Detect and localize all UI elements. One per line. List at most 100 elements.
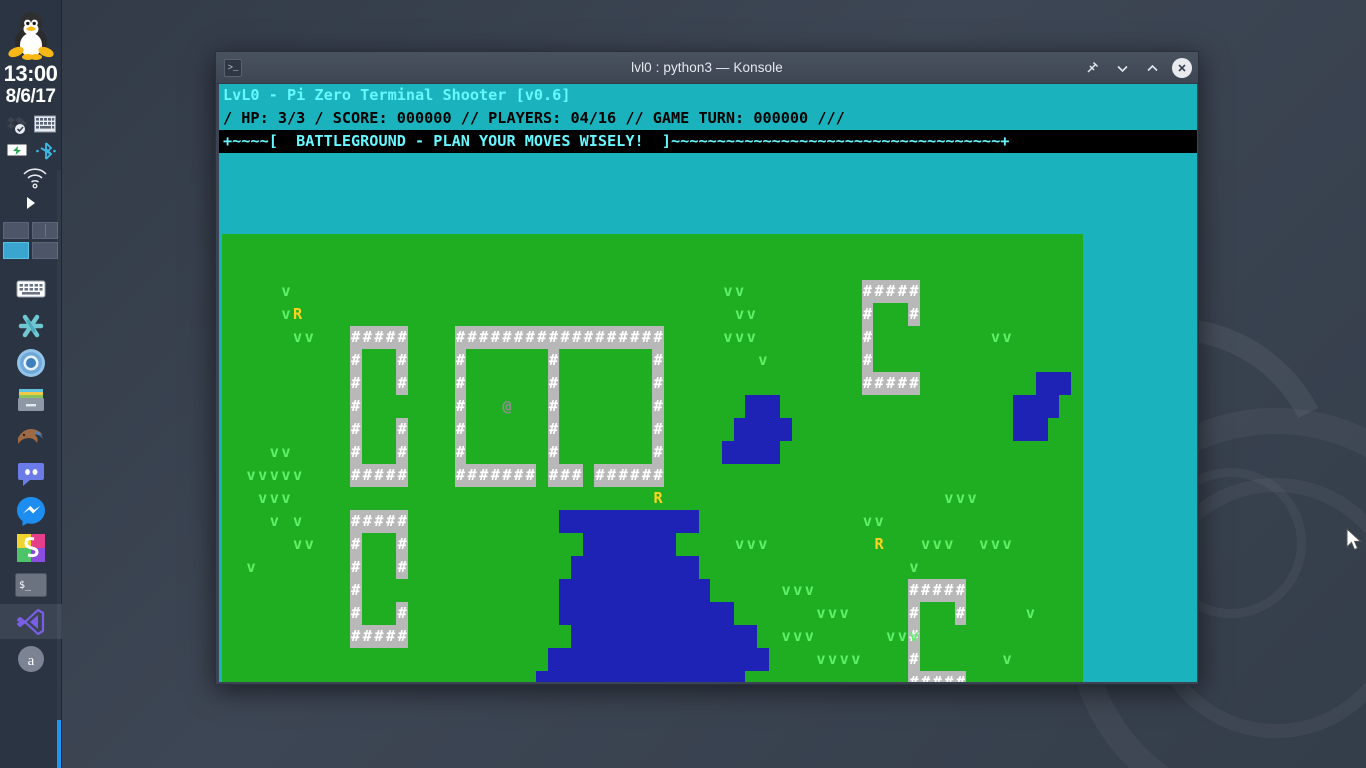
close-button[interactable] — [1172, 58, 1192, 78]
map-wall-tile: # — [454, 349, 467, 372]
battleground-banner: +~~~~[ BATTLEGROUND - PLAN YOUR MOVES WI… — [219, 130, 1197, 153]
map-water-tile — [675, 671, 688, 682]
map-water-tile — [1024, 418, 1037, 441]
map-water-tile — [605, 510, 618, 533]
amazon-icon[interactable]: a — [8, 641, 54, 676]
map-wall-tile: # — [349, 372, 362, 395]
map-vegetation-tile: v — [1025, 604, 1035, 622]
workspace-1[interactable] — [2, 222, 29, 239]
map-vegetation-tile: v — [246, 466, 256, 484]
palemoon-icon[interactable] — [8, 419, 54, 454]
map-wall-tile: # — [349, 464, 362, 487]
map-water-tile — [1047, 372, 1060, 395]
map-wall-tile: # — [652, 395, 664, 418]
game-map[interactable]: # # # # # # # # # # # # # # # # # # # # # # # # # # # # # # # # # # # # # # # #… — [222, 234, 1197, 682]
game-title-line: LvL0 - Pi Zero Terminal Shooter [v0.6] — [223, 86, 571, 104]
map-vegetation-tile: v — [293, 328, 303, 346]
dropbox-icon[interactable] — [6, 115, 28, 135]
shotcut-icon[interactable] — [8, 530, 54, 565]
map-water-tile — [710, 625, 723, 648]
terminal-content[interactable]: LvL0 - Pi Zero Terminal Shooter [v0.6] /… — [219, 84, 1197, 682]
discord-icon[interactable] — [8, 456, 54, 491]
map-wall-tile: # — [617, 464, 630, 487]
map-vegetation-tile: v — [979, 535, 989, 553]
map-wall-tile: # — [582, 326, 595, 349]
map-vegetation-tile: v — [293, 535, 303, 553]
map-wall-tile: # — [547, 464, 560, 487]
tux-logo-icon[interactable] — [6, 8, 56, 60]
file-manager-icon[interactable] — [8, 382, 54, 417]
terminal-icon[interactable]: $_ — [8, 567, 54, 602]
dock-scrollbar-track[interactable] — [57, 170, 61, 768]
vscode-icon[interactable] — [0, 604, 62, 639]
map-water-tile — [652, 579, 664, 602]
map-water-tile — [594, 556, 606, 579]
slack-icon[interactable] — [8, 308, 54, 343]
map-water-tile — [547, 671, 560, 682]
map-wall-tile: # — [454, 418, 467, 441]
window-titlebar[interactable]: >_ lvl0 : python3 — Konsole — [216, 52, 1198, 84]
workspace-switcher[interactable] — [2, 222, 59, 262]
map-wall-tile: # — [454, 372, 467, 395]
workspace-3[interactable] — [2, 242, 29, 259]
map-vegetation-tile: v — [723, 282, 733, 300]
map-wall-tile: # — [384, 625, 397, 648]
map-water-tile — [570, 510, 583, 533]
show-hidden-arrow-icon[interactable] — [24, 190, 38, 216]
map-wall-tile: # — [396, 349, 409, 372]
map-vegetation-tile: v — [793, 581, 803, 599]
minimize-button[interactable] — [1112, 58, 1132, 78]
map-vegetation-tile: v — [258, 489, 268, 507]
map-wall-tile: # — [547, 441, 560, 464]
map-water-tile — [756, 395, 769, 418]
left-dock-panel[interactable]: 13:00 8/6/17 $_ a — [0, 0, 62, 768]
bluetooth-icon[interactable] — [34, 141, 56, 161]
map-water-tile — [698, 579, 711, 602]
map-wall-tile: # — [594, 326, 606, 349]
map-water-tile — [687, 671, 699, 682]
keyboard-layout-icon[interactable] — [33, 115, 56, 135]
map-wall-tile: # — [652, 418, 664, 441]
maximize-button[interactable] — [1142, 58, 1162, 78]
map-vegetation-tile: v — [281, 305, 291, 323]
map-water-tile — [733, 441, 746, 464]
map-water-tile — [594, 579, 606, 602]
chromium-icon[interactable] — [8, 345, 54, 380]
map-water-tile — [629, 556, 641, 579]
pin-button[interactable] — [1082, 58, 1102, 78]
map-water-tile — [640, 556, 653, 579]
svg-text:a: a — [27, 653, 34, 669]
map-water-tile — [559, 579, 571, 602]
wifi-icon[interactable] — [20, 167, 47, 189]
battery-icon[interactable] — [5, 141, 31, 161]
map-water-tile — [1012, 395, 1025, 418]
window-buttons[interactable] — [1082, 52, 1192, 84]
map-wall-tile: # — [559, 464, 571, 487]
dock-scrollbar-thumb[interactable] — [57, 720, 61, 768]
map-vegetation-tile: v — [932, 535, 942, 553]
workspace-2[interactable] — [31, 222, 58, 239]
map-water-tile — [733, 418, 746, 441]
map-wall-tile: # — [349, 326, 362, 349]
map-vegetation-tile: v — [269, 466, 279, 484]
map-player-token: @ — [502, 397, 512, 415]
map-vegetation-tile: v — [758, 351, 768, 369]
map-water-tile — [745, 395, 757, 418]
workspace-4[interactable] — [31, 242, 58, 259]
map-water-tile — [652, 625, 664, 648]
map-water-tile — [1024, 395, 1037, 418]
konsole-window[interactable]: >_ lvl0 : python3 — Konsole LvL0 - Pi Ze… — [215, 51, 1199, 685]
map-wall-tile: # — [373, 326, 385, 349]
map-water-tile — [663, 510, 676, 533]
map-water-tile — [640, 625, 653, 648]
konsole-icon: >_ — [224, 58, 242, 77]
map-wall-tile: # — [349, 602, 362, 625]
map-wall-tile: # — [861, 280, 874, 303]
messenger-icon[interactable] — [8, 493, 54, 528]
map-water-tile — [687, 579, 699, 602]
map-wall-tile: # — [861, 326, 874, 349]
map-wall-tile: # — [466, 326, 478, 349]
keyboard-app-icon[interactable] — [8, 271, 54, 306]
map-wall-tile: # — [349, 418, 362, 441]
map-water-tile — [768, 418, 781, 441]
